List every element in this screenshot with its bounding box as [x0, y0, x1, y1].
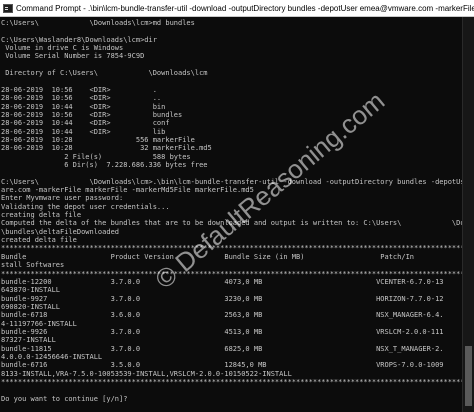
console-line: bundle-9926 3.7.0.0 4513,0 MB VRSLCM-2.0… [1, 327, 444, 336]
window-title: Command Prompt - .\bin\lcm-bundle-transf… [16, 3, 474, 13]
console-output[interactable]: C:\Users\ \Downloads\lcm>md bundles C:\Us… [0, 17, 462, 412]
console-line: ****************************************… [1, 378, 462, 387]
console-line: Volume Serial Number is 7854-9C9D [1, 52, 145, 61]
console-line: bundle-12200 3.7.0.0 4073,0 MB VCENTER-6… [1, 277, 444, 286]
vertical-scrollbar[interactable] [462, 17, 474, 412]
command-prompt-icon [3, 3, 13, 13]
scrollbar-thumb[interactable] [465, 346, 472, 406]
console-line: 6 Dir(s) 7.228.686.336 bytes free [1, 160, 208, 169]
console-line: Do you want to continue [y/n]? [1, 394, 128, 403]
console-line: bundle-9927 3.7.0.0 3230,0 MB HORIZON-7.… [1, 294, 444, 303]
console-line: Directory of C:\Users\ \Downloads\lcm [1, 69, 208, 78]
console-line: C:\Users\ \Downloads\lcm>md bundles [1, 19, 195, 27]
window-titlebar: Command Prompt - .\bin\lcm-bundle-transf… [0, 0, 474, 17]
